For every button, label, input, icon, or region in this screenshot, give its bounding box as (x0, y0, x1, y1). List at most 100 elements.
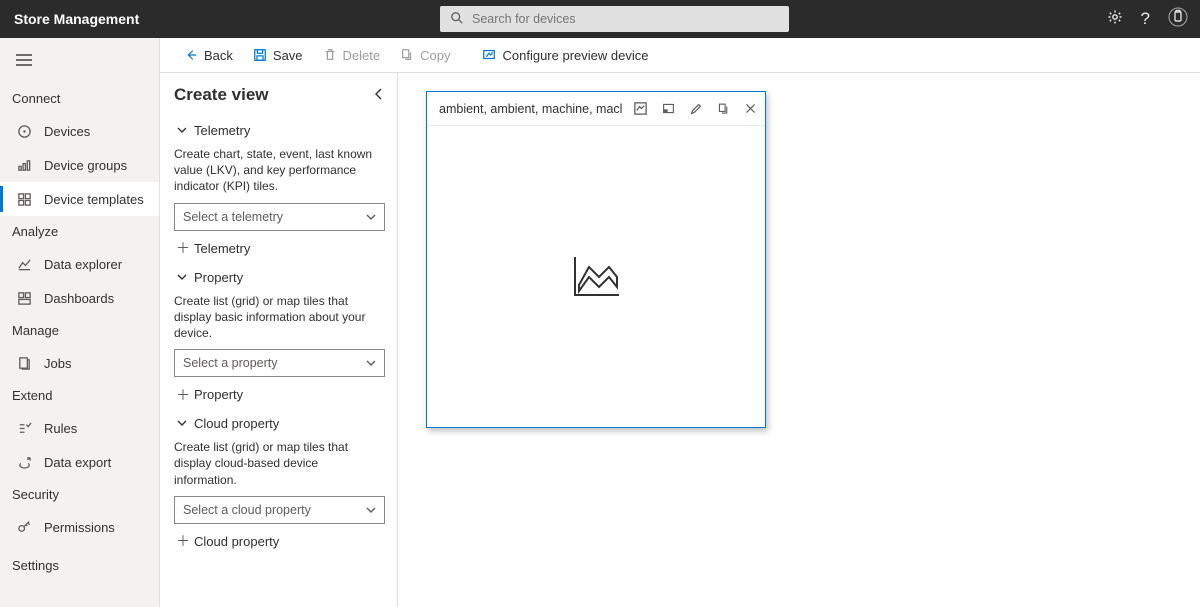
section-title: Telemetry (194, 123, 250, 138)
plus-icon: ＋ (176, 534, 190, 548)
sidebar-item-label: Rules (44, 421, 77, 436)
chevron-down-icon (366, 210, 376, 224)
command-bar: Back Save Delete Copy Configure preview … (160, 38, 1200, 73)
cloud-property-select[interactable]: Select a cloud property (174, 496, 385, 524)
sidebar-item-label: Devices (44, 124, 90, 139)
copy-button: Copy (392, 44, 458, 67)
sidebar-item-device-groups[interactable]: Device groups (0, 148, 159, 182)
sidebar-item-label: Permissions (44, 520, 115, 535)
tile-close-icon[interactable] (744, 102, 757, 115)
create-view-panel: Create view Telemetry Create chart, stat… (160, 73, 398, 607)
sidebar-item-label: Device templates (44, 192, 144, 207)
section-telemetry-header[interactable]: Telemetry (174, 115, 385, 142)
tile-chart-type-icon[interactable] (633, 101, 648, 116)
global-search[interactable] (440, 6, 789, 32)
data-export-icon (16, 455, 32, 470)
search-input[interactable] (472, 12, 779, 26)
select-placeholder: Select a property (183, 356, 278, 370)
sidebar-item-permissions[interactable]: Permissions (0, 510, 159, 544)
chart-placeholder-icon (569, 253, 623, 301)
sidebar-item-label: Device groups (44, 158, 127, 173)
cmd-label: Save (273, 48, 303, 63)
nav-collapse-button[interactable] (0, 48, 159, 83)
add-label: Property (194, 387, 243, 402)
devices-icon (16, 124, 32, 139)
chevron-down-icon (176, 270, 188, 285)
tile-size-icon[interactable] (662, 102, 675, 115)
section-title: Property (194, 270, 243, 285)
add-label: Telemetry (194, 241, 250, 256)
nav-group-settings[interactable]: Settings (0, 550, 159, 581)
chevron-down-icon (366, 503, 376, 517)
select-placeholder: Select a cloud property (183, 503, 311, 517)
settings-gear-icon[interactable] (1107, 9, 1123, 30)
tile-body-placeholder (427, 126, 765, 427)
chevron-down-icon (176, 123, 188, 138)
help-icon[interactable]: ? (1141, 9, 1150, 29)
sidebar-item-jobs[interactable]: Jobs (0, 346, 159, 380)
property-select[interactable]: Select a property (174, 349, 385, 377)
tile-edit-icon[interactable] (689, 102, 703, 116)
chart-tile[interactable]: ambient, ambient, machine, macl (426, 91, 766, 428)
section-cloud-header[interactable]: Cloud property (174, 408, 385, 435)
section-property-header[interactable]: Property (174, 262, 385, 289)
nav-group-security: Security (0, 479, 159, 510)
dashboards-icon (16, 291, 32, 306)
collapse-panel-icon[interactable] (373, 87, 385, 104)
sidebar-item-label: Jobs (44, 356, 71, 371)
app-title: Store Management (12, 11, 139, 27)
add-label: Cloud property (194, 534, 279, 549)
cmd-label: Back (204, 48, 233, 63)
cmd-label: Delete (343, 48, 381, 63)
add-property-button[interactable]: ＋ Property (174, 377, 385, 408)
device-groups-icon (16, 158, 32, 173)
sidebar-item-rules[interactable]: Rules (0, 411, 159, 445)
add-telemetry-button[interactable]: ＋ Telemetry (174, 231, 385, 262)
panel-title: Create view (174, 85, 269, 105)
cmd-label: Configure preview device (502, 48, 648, 63)
sidebar-item-label: Data explorer (44, 257, 122, 272)
cmd-label: Copy (420, 48, 450, 63)
data-explorer-icon (16, 257, 32, 272)
nav-group-analyze: Analyze (0, 216, 159, 247)
side-nav: Connect Devices Device groups Device tem… (0, 38, 160, 607)
chevron-down-icon (176, 416, 188, 431)
select-placeholder: Select a telemetry (183, 210, 283, 224)
plus-icon: ＋ (176, 241, 190, 255)
sidebar-item-dashboards[interactable]: Dashboards (0, 281, 159, 315)
delete-icon (323, 48, 337, 62)
nav-group-connect: Connect (0, 83, 159, 114)
sidebar-item-device-templates[interactable]: Device templates (0, 182, 159, 216)
save-icon (253, 48, 267, 62)
save-button[interactable]: Save (245, 44, 311, 67)
back-arrow-icon (184, 48, 198, 62)
section-telemetry-desc: Create chart, state, event, last known v… (174, 142, 385, 203)
back-button[interactable]: Back (176, 44, 241, 67)
device-templates-icon (16, 192, 32, 207)
configure-preview-device-button[interactable]: Configure preview device (474, 44, 656, 67)
delete-button: Delete (315, 44, 389, 67)
copy-icon (400, 48, 414, 62)
view-canvas[interactable]: ambient, ambient, machine, macl (398, 73, 1200, 607)
search-icon (450, 11, 464, 28)
preview-device-icon (482, 48, 496, 62)
sidebar-item-label: Dashboards (44, 291, 114, 306)
account-icon[interactable] (1168, 7, 1188, 32)
telemetry-select[interactable]: Select a telemetry (174, 203, 385, 231)
plus-icon: ＋ (176, 388, 190, 402)
nav-group-manage: Manage (0, 315, 159, 346)
permissions-icon (16, 520, 32, 535)
tile-title: ambient, ambient, machine, macl (439, 102, 627, 116)
add-cloud-property-button[interactable]: ＋ Cloud property (174, 524, 385, 555)
sidebar-item-devices[interactable]: Devices (0, 114, 159, 148)
nav-group-extend: Extend (0, 380, 159, 411)
tile-copy-icon[interactable] (717, 102, 730, 116)
sidebar-item-data-export[interactable]: Data export (0, 445, 159, 479)
sidebar-item-label: Data export (44, 455, 111, 470)
sidebar-item-data-explorer[interactable]: Data explorer (0, 247, 159, 281)
section-cloud-desc: Create list (grid) or map tiles that dis… (174, 435, 385, 496)
jobs-icon (16, 356, 32, 371)
section-property-desc: Create list (grid) or map tiles that dis… (174, 289, 385, 350)
rules-icon (16, 421, 32, 436)
chevron-down-icon (366, 356, 376, 370)
